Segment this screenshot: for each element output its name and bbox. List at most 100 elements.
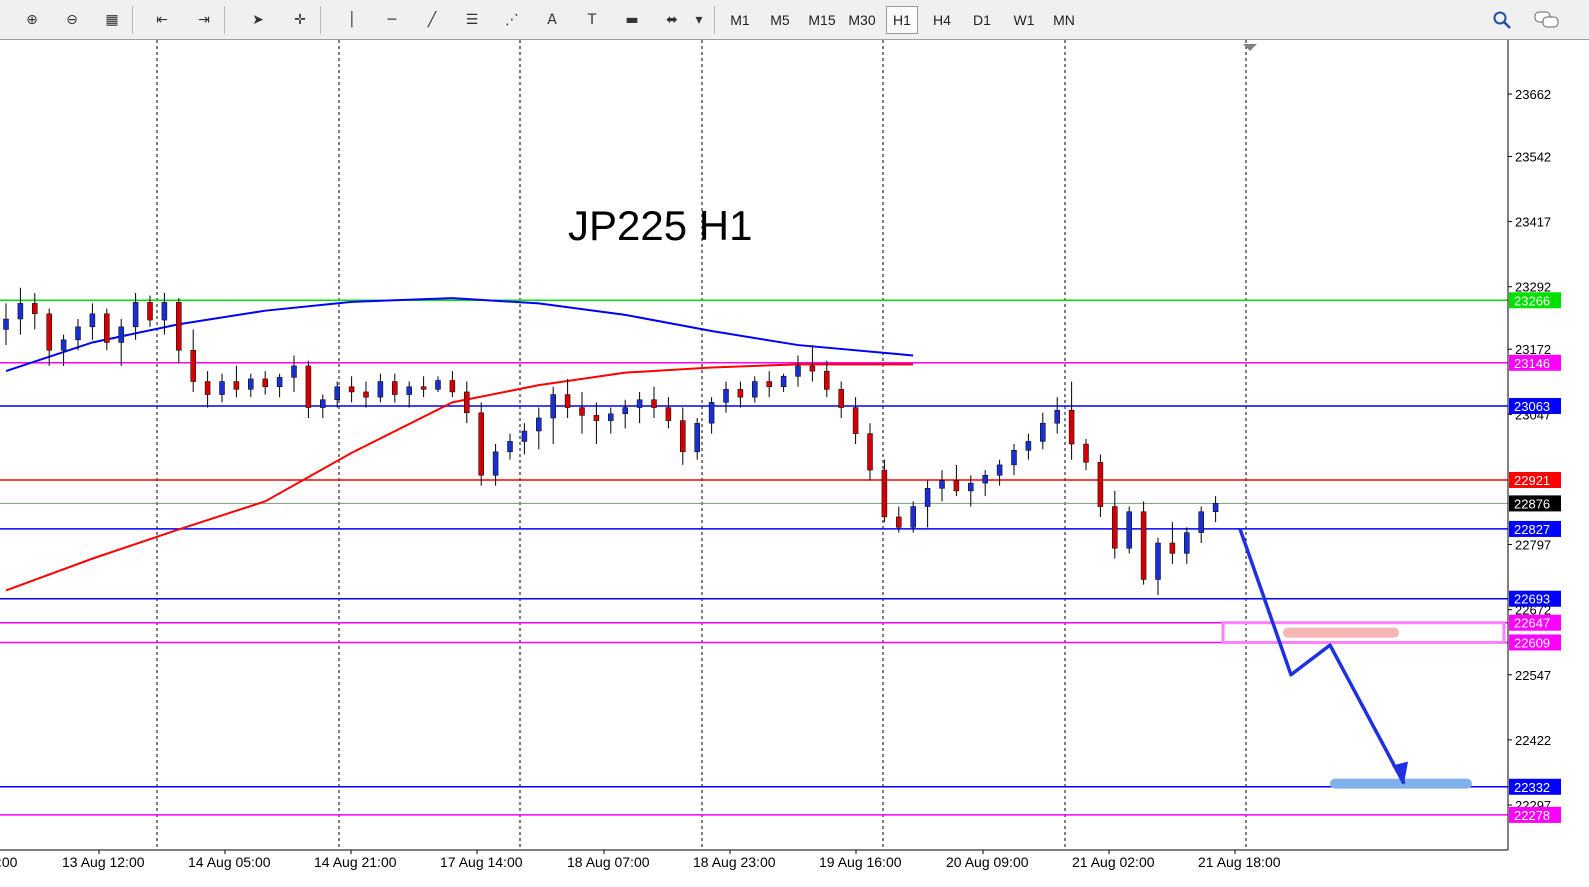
candle-body [392,381,398,395]
x-tick-label: 18 Aug 07:00 [567,854,650,870]
candle-body [104,313,110,343]
x-tick-label: 17 Aug 14:00 [440,854,523,870]
y-tick-label: 23417 [1515,215,1551,230]
candle-body [377,381,384,398]
candle-body [608,413,614,421]
candle-body [968,482,974,492]
candle-body [449,380,456,393]
candle-body [478,412,484,476]
y-tick-label: 23542 [1515,150,1551,165]
price-tag-22693: 22693 [1514,592,1550,607]
candle-body [680,420,686,453]
candle-body [262,378,268,387]
y-tick-label: 22797 [1515,538,1551,553]
candle-body [896,516,902,528]
x-tick-label: 14 Aug 21:00 [314,854,397,870]
y-tick-label: 22547 [1515,668,1551,683]
candle-body [17,303,24,320]
x-tick-label: 19 Aug 16:00 [819,854,902,870]
candle-body [291,365,297,378]
candle-body [1054,409,1060,424]
candle-body [867,433,873,471]
candle-body [564,394,571,408]
x-tick-label: 18 Aug 23:00 [693,854,776,870]
price-tag-22647: 22647 [1514,616,1550,631]
candle-body [651,399,657,408]
candle-body [939,480,945,489]
candle-body [334,386,340,401]
candle-body [276,377,283,387]
candle-body [1068,409,1075,445]
candle-body [1155,542,1161,580]
candle-body [536,417,542,432]
candle-body [406,386,412,395]
candle-body [752,381,758,398]
candle-body [176,302,182,351]
candle-body [464,391,470,414]
candle-body [190,350,196,382]
candle-body [305,365,312,408]
candle-body [780,376,787,387]
candle-body [694,422,700,453]
price-tag-22278: 22278 [1514,808,1550,823]
x-axis: :00 13 Aug 12:00 14 Aug 05:00 14 Aug 21:00 1… [0,850,1281,870]
candle-body [348,386,355,393]
price-tag-22827: 22827 [1514,522,1550,537]
candle-body [60,339,67,351]
candle-body [579,407,585,416]
chart-title: JP225 H1 [568,202,752,249]
candle-body [1112,506,1118,549]
candle-body [881,469,888,518]
candle-body [219,381,225,395]
candle-body [1025,441,1032,451]
candle-body [233,381,240,390]
y-tick-label: 22422 [1515,733,1551,748]
candle-body [924,488,931,507]
x-tick-label: 20 Aug 09:00 [946,854,1029,870]
candle-body [32,303,38,315]
x-tick-label-partial: :00 [0,854,18,870]
candle-body [1198,511,1204,533]
price-tag-23146: 23146 [1514,356,1550,371]
candle-body [824,370,830,390]
price-tag-22332: 22332 [1514,780,1550,795]
candle-body [1140,511,1147,580]
candle-body [204,381,211,395]
candle-body [996,464,1003,476]
candle-body [89,313,96,328]
candle-body [46,313,52,351]
candle-body [795,365,801,377]
candle-body [737,389,744,398]
x-tick-label: 21 Aug 18:00 [1198,854,1281,870]
y-axis: 2366223542234172329223172230472279722672… [1508,87,1551,813]
plot-area [0,40,1508,850]
candle-body [838,389,844,408]
candle-body [1184,532,1190,554]
price-chart[interactable]: JP225 H1 2366223542234172329223172230472… [0,0,1589,887]
candle-body [492,451,499,476]
price-tag-23266: 23266 [1514,293,1550,308]
candle-body [1212,503,1219,512]
candle-body [636,399,643,408]
candle-body [435,380,441,390]
candle-body [910,506,916,528]
candle-body [953,480,960,492]
candle-body [1040,422,1046,442]
x-tick-label: 13 Aug 12:00 [62,854,145,870]
candle-body [766,381,772,387]
current-price-tag: 22876 [1514,496,1550,511]
candle-body [420,386,427,390]
candle-body [622,407,628,415]
candle-body [1083,443,1089,463]
candle-body [809,365,816,372]
candle-body [1126,511,1132,549]
candle-body [118,326,124,343]
entry-zone-marker [1283,627,1399,638]
candle-body [320,399,326,408]
candle-body [132,302,139,328]
candle-body [723,389,729,403]
candle-body [75,326,81,341]
price-tag-22921: 22921 [1514,473,1550,488]
candle-body [147,302,153,321]
candle-body [363,391,369,398]
